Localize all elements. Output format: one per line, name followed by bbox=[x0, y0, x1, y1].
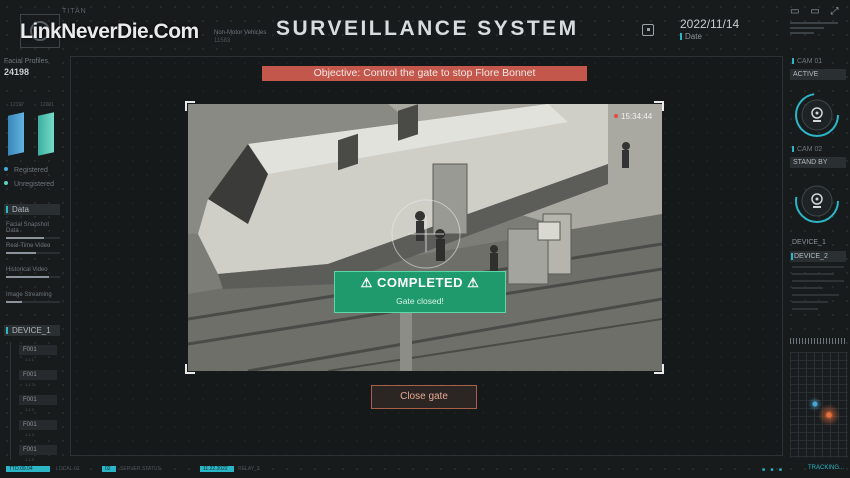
completed-title: ⚠ COMPLETED ⚠ bbox=[360, 275, 480, 290]
legend-unregistered: Unregistered bbox=[4, 181, 54, 188]
status-chip: TTD.09.04 bbox=[6, 466, 50, 472]
device-sub: 1.1.4 bbox=[25, 432, 34, 437]
data-item-label: Real-Time Video bbox=[6, 243, 51, 249]
close-gate-button[interactable]: Close gate bbox=[371, 385, 477, 409]
cam1-label: CAM 01 bbox=[792, 58, 822, 65]
data-item-label: Historical Video bbox=[6, 267, 48, 273]
date-value: 2022/11/14 bbox=[680, 17, 740, 31]
status-chip: 02 bbox=[102, 466, 116, 472]
objective-banner: Objective: Control the gate to stop Flor… bbox=[262, 66, 587, 81]
device-log bbox=[792, 266, 844, 315]
completed-dialog: ⚠ COMPLETED ⚠ Gate closed! bbox=[334, 271, 506, 313]
device-section-header[interactable]: DEVICE_1 bbox=[4, 325, 60, 336]
data-item-label: Facial Snapshot Data bbox=[6, 222, 50, 234]
device-sub: 1.1.2 bbox=[25, 382, 34, 387]
tracking-status: TRACKING... bbox=[808, 465, 845, 471]
registered-bar: 12197 bbox=[8, 102, 26, 156]
data-item-label: Image Streaming bbox=[6, 292, 52, 298]
device-item[interactable]: F001 bbox=[19, 420, 57, 430]
radar-blip-orange bbox=[818, 404, 840, 426]
status-dots: ■ ■ ■ bbox=[762, 467, 784, 473]
data-item-facial-snapshot[interactable]: Facial Snapshot Data bbox=[6, 222, 60, 239]
unregistered-bar: 12001 bbox=[38, 102, 56, 156]
data-item-image-streaming[interactable]: Image Streaming bbox=[6, 292, 60, 303]
data-item-historical-video[interactable]: Historical Video bbox=[6, 267, 60, 278]
date-label: Date bbox=[680, 32, 702, 41]
page-title: SURVEILLANCE SYSTEM bbox=[276, 17, 579, 40]
data-section-header: Data bbox=[4, 204, 60, 215]
watermark-text: LinkNeverDie.Com bbox=[20, 20, 199, 43]
brand-name: TITAN bbox=[62, 8, 87, 15]
viewport-corner bbox=[654, 101, 664, 111]
status-bar: TTD.09.04 LOCAL-01 02 SERVER.STATUS 11.2… bbox=[0, 462, 850, 478]
completed-subtitle: Gate closed! bbox=[396, 296, 444, 306]
viewport-corner bbox=[185, 364, 195, 374]
registered-bar-caption: 12197 bbox=[10, 102, 24, 108]
viewport-corner bbox=[185, 101, 195, 111]
status-chip: 11.22.2022 bbox=[200, 466, 234, 472]
device1-label[interactable]: DEVICE_1 bbox=[792, 239, 826, 246]
legend-registered: Registered bbox=[4, 167, 48, 174]
viewport-corner bbox=[654, 364, 664, 374]
status-text: RELAY_3 bbox=[238, 466, 260, 472]
signal-hatch bbox=[790, 338, 846, 344]
cam2-status[interactable]: STAND BY bbox=[790, 157, 846, 168]
top-bar: TITAN LinkNeverDie.Com Non-Motor Vehicle… bbox=[0, 0, 850, 56]
left-panel: Facial Profiles 24198 12197 12001 bbox=[4, 58, 62, 156]
cam1-status[interactable]: ACTIVE bbox=[790, 69, 846, 80]
camera-feed[interactable] bbox=[188, 104, 662, 371]
facial-profiles-label: Facial Profiles bbox=[4, 58, 48, 65]
facial-profiles-count: 24198 bbox=[4, 67, 30, 77]
device2-label[interactable]: DEVICE_2 bbox=[790, 251, 846, 262]
non-motor-value: 11583 bbox=[214, 38, 231, 44]
device-item[interactable]: F001 bbox=[19, 370, 57, 380]
status-text: LOCAL-01 bbox=[56, 466, 80, 472]
cam1-camera-icon[interactable] bbox=[794, 92, 840, 138]
unregistered-bar-caption: 12001 bbox=[40, 102, 54, 108]
device-item[interactable]: F001 bbox=[19, 395, 57, 405]
device-list: F001 1.1.1 F001 1.1.2 F001 1.1.3 F001 1.… bbox=[10, 342, 60, 462]
train-station-scene bbox=[188, 104, 662, 371]
cam2-label: CAM 02 bbox=[792, 146, 822, 153]
device-item[interactable]: F001 bbox=[19, 445, 57, 455]
calendar-icon bbox=[642, 24, 654, 36]
non-motor-label: Non-Motor Vehicles bbox=[214, 30, 267, 36]
device-sub: 1.1.1 bbox=[25, 357, 34, 362]
window-controls-icon[interactable]: ▭ ▭ ⤢ bbox=[790, 6, 842, 17]
status-text: SERVER.STATUS bbox=[120, 466, 161, 472]
cam2-camera-icon[interactable] bbox=[794, 178, 840, 224]
device-sub: 1.1.3 bbox=[25, 407, 34, 412]
device-item[interactable]: F001 bbox=[19, 345, 57, 355]
feed-timestamp: 15:34:44 bbox=[614, 112, 652, 121]
data-item-real-time-video[interactable]: Real-Time Video bbox=[6, 243, 60, 254]
window-mini-readout bbox=[790, 22, 838, 40]
